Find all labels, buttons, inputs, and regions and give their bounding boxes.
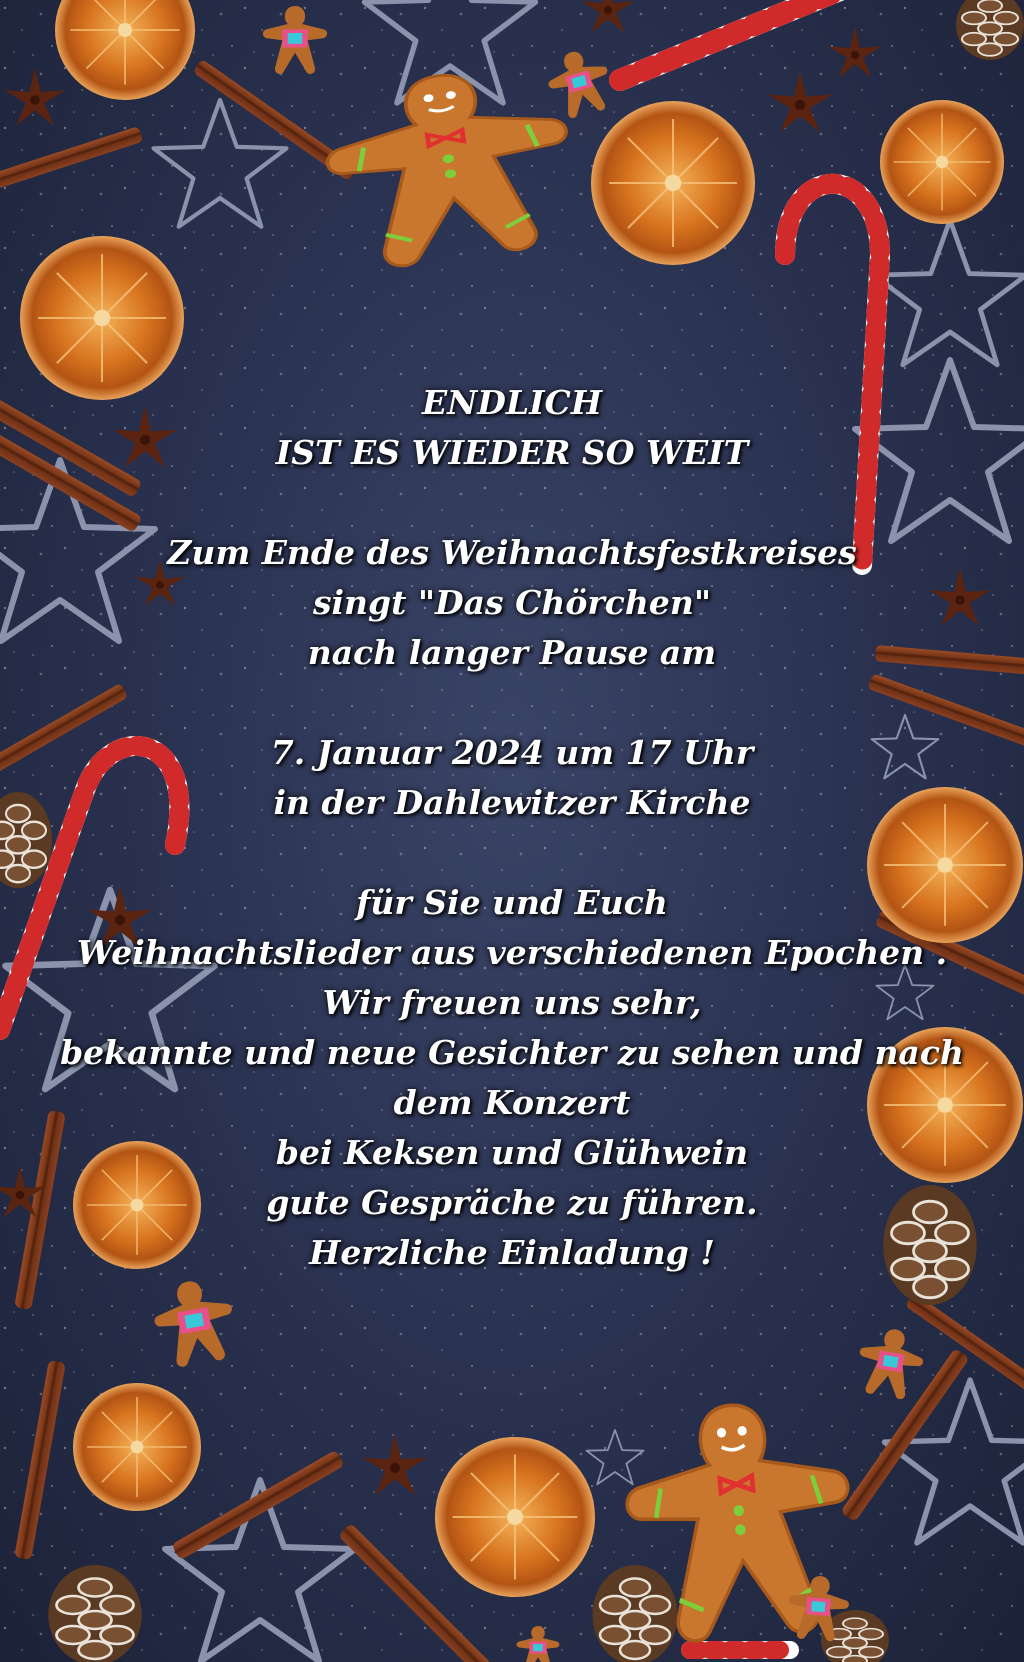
intro-line-2: singt "Das Chörchen": [312, 583, 712, 622]
dried-orange-slice-icon: [73, 1383, 201, 1511]
invitation-poster: ENDLICH IST ES WIEDER SO WEIT Zum Ende d…: [0, 0, 1024, 1662]
dried-orange-slice-icon: [20, 236, 184, 400]
pine-cone-icon: [591, 1563, 679, 1662]
closing-line: Herzliche Einladung !: [309, 1233, 715, 1272]
pine-cone-icon: [46, 1563, 144, 1662]
body-line-7: gute Gespräche zu führen.: [266, 1183, 758, 1222]
intro-line-3: nach langer Pause am: [307, 633, 717, 672]
body-line-5: dem Konzert: [393, 1083, 631, 1122]
body-line-2: Weihnachtslieder aus verschiedenen Epoch…: [76, 933, 948, 972]
body-line-4: bekannte und neue Gesichter zu sehen und…: [60, 1033, 964, 1072]
invitation-text: ENDLICH IST ES WIEDER SO WEIT Zum Ende d…: [40, 378, 984, 1278]
headline-line-2: IST ES WIEDER SO WEIT: [275, 433, 749, 472]
event-location: in der Dahlewitzer Kirche: [273, 783, 751, 822]
event-date: 7. Januar 2024 um 17 Uhr: [270, 733, 754, 772]
dried-orange-slice-icon: [435, 1437, 595, 1597]
headline-line-1: ENDLICH: [421, 383, 603, 422]
intro-line-1: Zum Ende des Weihnachtsfestkreises: [167, 533, 857, 572]
dried-orange-slice-icon: [591, 101, 755, 265]
body-line-6: bei Keksen und Glühwein: [275, 1133, 749, 1172]
dried-orange-slice-icon: [880, 100, 1004, 224]
body-line-1: für Sie und Euch: [356, 883, 668, 922]
body-line-3: Wir freuen uns sehr,: [322, 983, 702, 1022]
